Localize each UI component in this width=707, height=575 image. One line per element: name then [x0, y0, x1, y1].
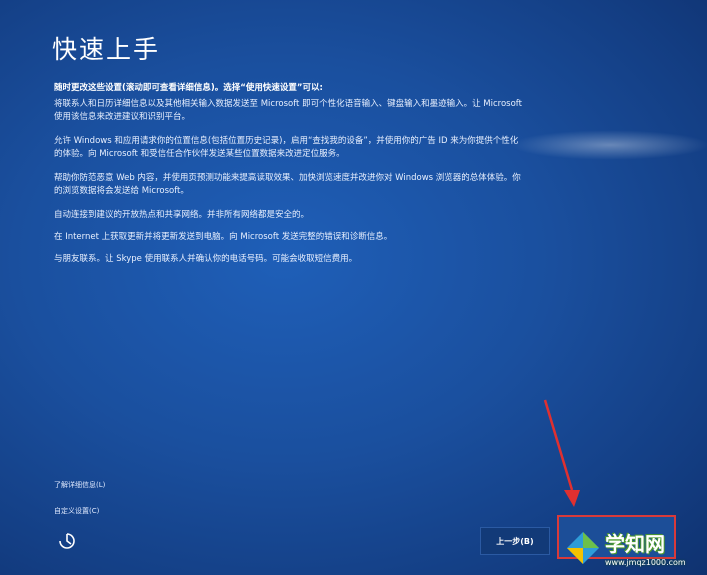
- setting-updates: 在 Internet 上获取更新并将更新发送到电脑。向 Microsoft 发送…: [54, 232, 393, 242]
- watermark-name: 学知网: [605, 532, 665, 556]
- back-button[interactable]: 上一步(B): [480, 527, 550, 555]
- diamond-logo-icon: [567, 531, 599, 564]
- setting-skype: 与朋友联系。让 Skype 使用联系人并确认你的电话号码。可能会收取短信费用。: [54, 254, 358, 264]
- setting-connectivity: 自动连接到建议的开放热点和共享网络。并非所有网络都是安全的。: [54, 210, 310, 220]
- setting-location: 允许 Windows 和应用请求你的位置信息(包括位置历史记录)，启用“查找我的…: [54, 136, 519, 159]
- setting-browser: 帮助你防范恶意 Web 内容，并使用页预测功能来提高读取效果、加快浏览速度并改进…: [54, 173, 521, 196]
- red-arrow-icon: [543, 399, 580, 507]
- oobe-screen: 快速上手 随时更改这些设置(滚动即可查看详细信息)。选择“使用快速设置”可以: …: [0, 0, 707, 575]
- ease-of-access-icon[interactable]: [56, 530, 78, 552]
- intro-text: 随时更改这些设置(滚动即可查看详细信息)。选择“使用快速设置”可以:: [54, 83, 323, 93]
- page-title: 快速上手: [52, 35, 161, 64]
- glare: [510, 130, 707, 160]
- watermark: 学知网 www.jmqz1000.com: [565, 520, 707, 575]
- settings-list: 将联系人和日历详细信息以及其他相关输入数据发送至 Microsoft 即可个性化…: [54, 98, 524, 277]
- customize-link[interactable]: 自定义设置(C): [54, 506, 105, 516]
- setting-personalization: 将联系人和日历详细信息以及其他相关输入数据发送至 Microsoft 即可个性化…: [54, 99, 522, 122]
- watermark-url: www.jmqz1000.com: [605, 558, 686, 567]
- footer-links: 了解详细信息(L) 自定义设置(C): [54, 480, 105, 532]
- learn-more-link[interactable]: 了解详细信息(L): [54, 480, 105, 490]
